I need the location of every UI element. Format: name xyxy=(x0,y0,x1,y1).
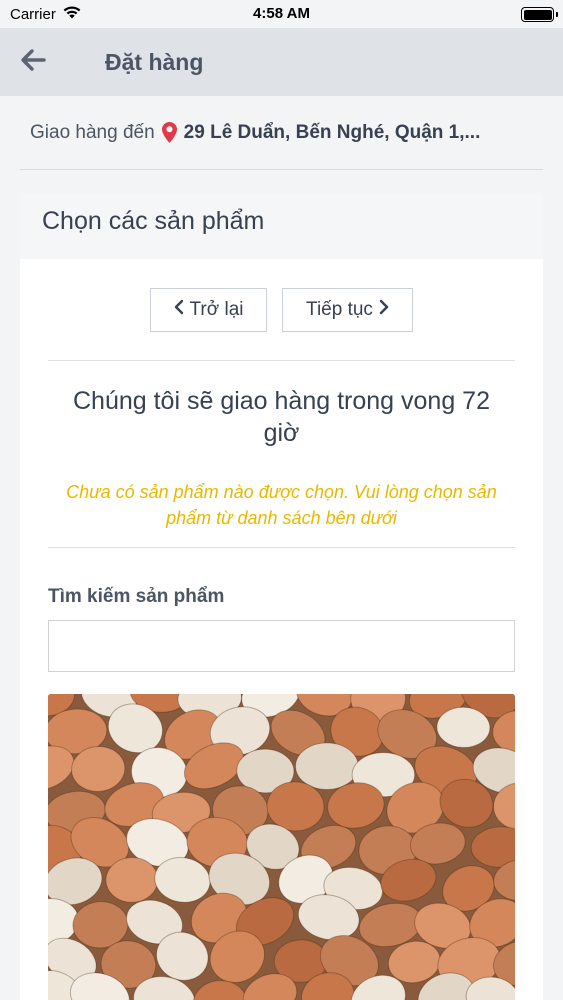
card-body: Trở lại Tiếp tục Chúng tôi sẽ giao hàng … xyxy=(20,259,543,1000)
nav-bar: Đặt hàng xyxy=(0,28,563,96)
status-bar: Carrier 4:58 AM xyxy=(0,0,563,28)
status-time: 4:58 AM xyxy=(253,5,310,22)
chevron-left-icon xyxy=(174,299,184,321)
back-button[interactable] xyxy=(18,48,48,76)
page-title: Đặt hàng xyxy=(105,49,204,75)
delivery-address-row[interactable]: Giao hàng đến 29 Lê Duẩn, Bến Nghé, Quận… xyxy=(20,96,543,170)
product-selection-card: Chọn các sản phẩm Trở lại Tiếp tục Chúng… xyxy=(20,193,543,1000)
next-step-button[interactable]: Tiếp tục xyxy=(282,288,413,332)
card-title: Chọn các sản phẩm xyxy=(20,193,543,259)
delivery-address: 29 Lê Duẩn, Bến Nghé, Quận 1,... xyxy=(183,121,481,143)
eggs-photo xyxy=(48,694,515,1000)
product-image-eggs[interactable] xyxy=(48,694,515,1000)
search-input[interactable] xyxy=(48,620,515,672)
next-step-label: Tiếp tục xyxy=(306,299,373,320)
search-label: Tìm kiếm sản phẩm xyxy=(48,586,225,607)
previous-step-label: Trở lại xyxy=(189,299,244,320)
battery-icon xyxy=(521,7,554,22)
previous-step-button[interactable]: Trở lại xyxy=(150,288,267,332)
battery-cap xyxy=(556,12,558,17)
delivery-time-notice: Chúng tôi sẽ giao hàng trong vong 72 giờ xyxy=(73,387,490,447)
egg-shape xyxy=(295,742,359,790)
step-buttons: Trở lại Tiếp tục xyxy=(48,259,515,332)
location-pin-icon xyxy=(161,121,178,144)
chevron-right-icon xyxy=(379,299,389,321)
no-product-warning: Chưa có sản phẩm nào được chọn. Vui lòng… xyxy=(66,482,497,528)
back-arrow-icon xyxy=(20,48,46,77)
delivery-label: Giao hàng đến xyxy=(30,121,155,143)
